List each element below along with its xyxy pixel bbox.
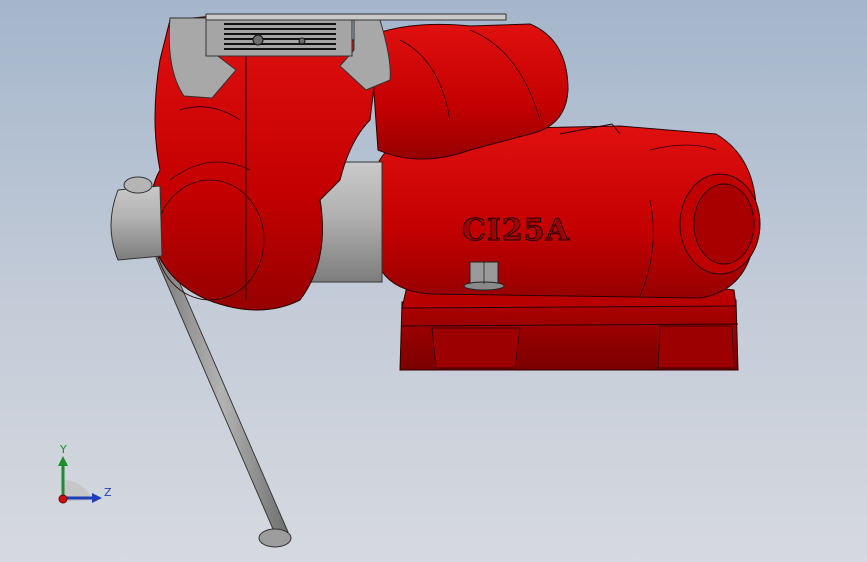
graphics-viewport[interactable]: CI25A Y Z <box>0 0 867 562</box>
triad-z-label: Z <box>104 486 112 499</box>
vise-model[interactable]: CI25A <box>0 0 867 562</box>
vise-base-nut <box>463 261 505 291</box>
triad-y-label: Y <box>60 443 67 456</box>
x-axis-origin <box>58 494 68 504</box>
z-axis-arrowhead <box>92 493 102 503</box>
y-axis-arrowhead <box>58 456 68 466</box>
vise-handle-hub[interactable] <box>110 176 163 261</box>
model-engraving: CI25A <box>462 213 570 248</box>
